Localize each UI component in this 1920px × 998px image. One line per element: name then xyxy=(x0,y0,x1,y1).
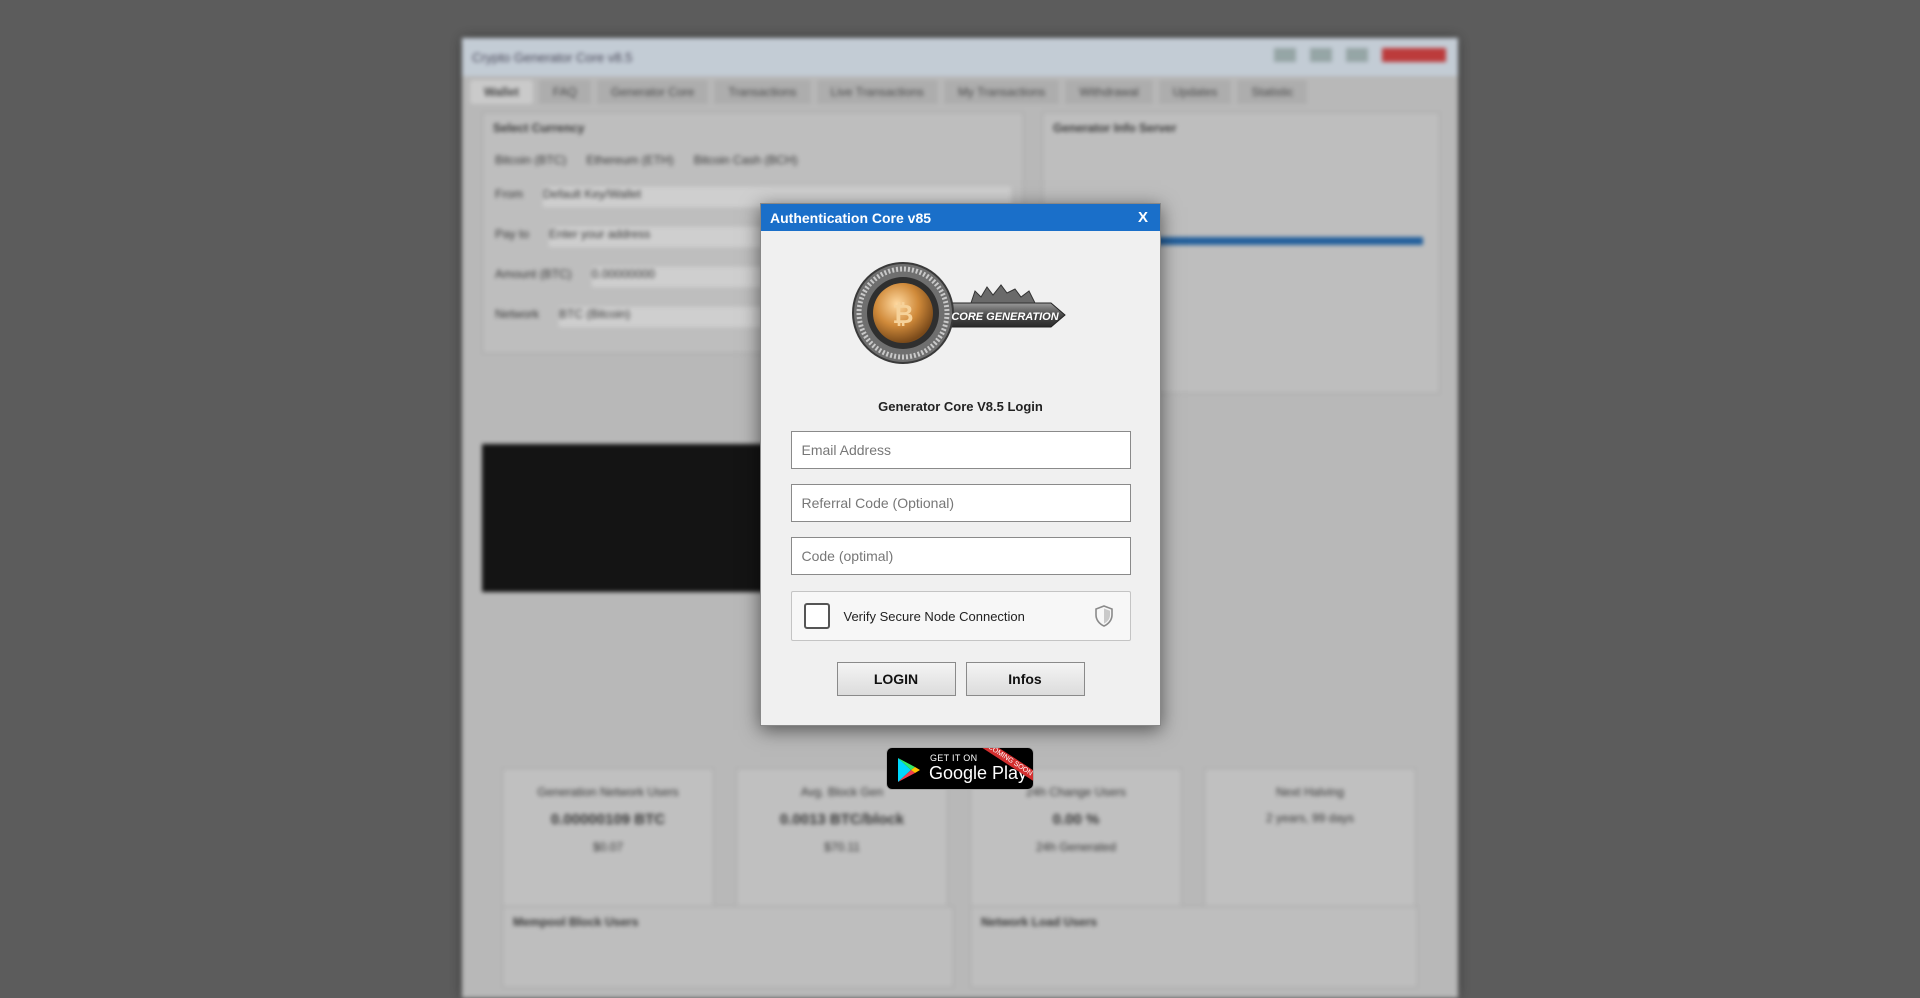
background-maximize-icon xyxy=(1310,48,1332,62)
background-tabs: Wallet FAQ Generator Core Transactions L… xyxy=(462,76,1458,108)
login-dialog: Authentication Core v85 X ₿ CORE GENERAT… xyxy=(760,203,1161,726)
background-card-value: 0.00000109 BTC xyxy=(550,811,666,828)
background-tab: Withdrawal xyxy=(1065,80,1153,104)
background-form-label: Amount (BTC) xyxy=(495,267,572,281)
background-card-title: Next Halving xyxy=(1275,785,1345,799)
dialog-title: Authentication Core v85 xyxy=(770,209,932,226)
infos-button[interactable]: Infos xyxy=(965,662,1085,696)
background-card-value: 0.0013 BTC/block xyxy=(779,811,905,828)
verify-checkbox[interactable] xyxy=(803,603,830,629)
background-card-sub: $70.11 xyxy=(824,840,860,854)
background-chart-panel: Network Load Users xyxy=(970,906,1418,988)
background-chart-title: Mempool Block Users xyxy=(513,915,639,929)
core-generation-logo: ₿ CORE GENERATION xyxy=(851,262,1066,364)
dialog-titlebar: Authentication Core v85 X xyxy=(761,204,1160,231)
background-card-sub: 24h Generated xyxy=(1035,840,1117,854)
email-field[interactable] xyxy=(790,431,1131,469)
background-info-heading: Generator Info Server xyxy=(1053,121,1177,135)
background-card-sub: $0.07 xyxy=(592,840,624,854)
background-form-label: Network xyxy=(495,307,540,321)
background-currency-heading: Select Currency xyxy=(493,121,585,135)
background-tab: My Transactions xyxy=(943,80,1060,104)
background-tab: Live Transactions xyxy=(816,80,938,104)
background-card-value: 0.00 % xyxy=(1052,811,1100,828)
background-form-label: From xyxy=(495,187,523,201)
dialog-buttons: LOGIN Infos xyxy=(761,662,1160,696)
background-tab: Transactions xyxy=(714,80,811,104)
shield-icon xyxy=(1094,605,1113,627)
background-video-area xyxy=(482,444,772,592)
background-stat-card: Next Halving 2 years, 99 days xyxy=(1204,768,1416,910)
background-tab: Wallet xyxy=(470,80,533,104)
google-play-badge[interactable]: GET IT ON Google Play COMING SOON xyxy=(886,747,1034,790)
play-badge-top-text: GET IT ON xyxy=(930,753,978,763)
login-button[interactable]: LOGIN xyxy=(836,662,956,696)
google-play-icon xyxy=(898,758,920,782)
svg-text:₿: ₿ xyxy=(892,300,913,330)
background-form-label: Pay to xyxy=(495,227,530,241)
referral-code-field[interactable] xyxy=(790,484,1131,522)
background-window-controls xyxy=(1274,48,1446,62)
close-button[interactable]: X xyxy=(1135,209,1151,226)
background-card-sub: 2 years, 99 days xyxy=(1265,811,1355,825)
background-currency-row: Bitcoin (BTC) Ethereum (ETH) Bitcoin Cas… xyxy=(483,143,1023,177)
background-tab: FAQ xyxy=(538,80,591,104)
background-tab: Generator Core xyxy=(596,80,709,104)
verify-label: Verify Secure Node Connection xyxy=(843,608,1025,624)
background-close-button xyxy=(1382,48,1446,62)
code-field[interactable] xyxy=(790,537,1131,575)
login-heading: Generator Core V8.5 Login xyxy=(878,399,1043,414)
background-card-title: Generation Network Users xyxy=(537,785,679,799)
background-restore-icon xyxy=(1346,48,1368,62)
background-window-title: Crypto Generator Core v8.5 xyxy=(472,49,633,65)
background-titlebar: Crypto Generator Core v8.5 xyxy=(462,38,1458,76)
background-stat-card: Generation Network Users 0.00000109 BTC … xyxy=(502,768,714,910)
background-currency: Bitcoin (BTC) xyxy=(495,153,567,167)
background-currency: Ethereum (ETH) xyxy=(586,153,674,167)
background-minimize-icon xyxy=(1274,48,1296,62)
background-currency: Bitcoin Cash (BCH) xyxy=(693,153,798,167)
logo-text: CORE GENERATION xyxy=(951,311,1059,323)
background-chart-title: Network Load Users xyxy=(981,915,1098,929)
background-chart-panel: Mempool Block Users xyxy=(502,906,954,988)
background-tab: Updates xyxy=(1158,80,1232,104)
background-tab: Statistic xyxy=(1237,80,1308,104)
verify-node-widget: Verify Secure Node Connection xyxy=(790,591,1131,641)
